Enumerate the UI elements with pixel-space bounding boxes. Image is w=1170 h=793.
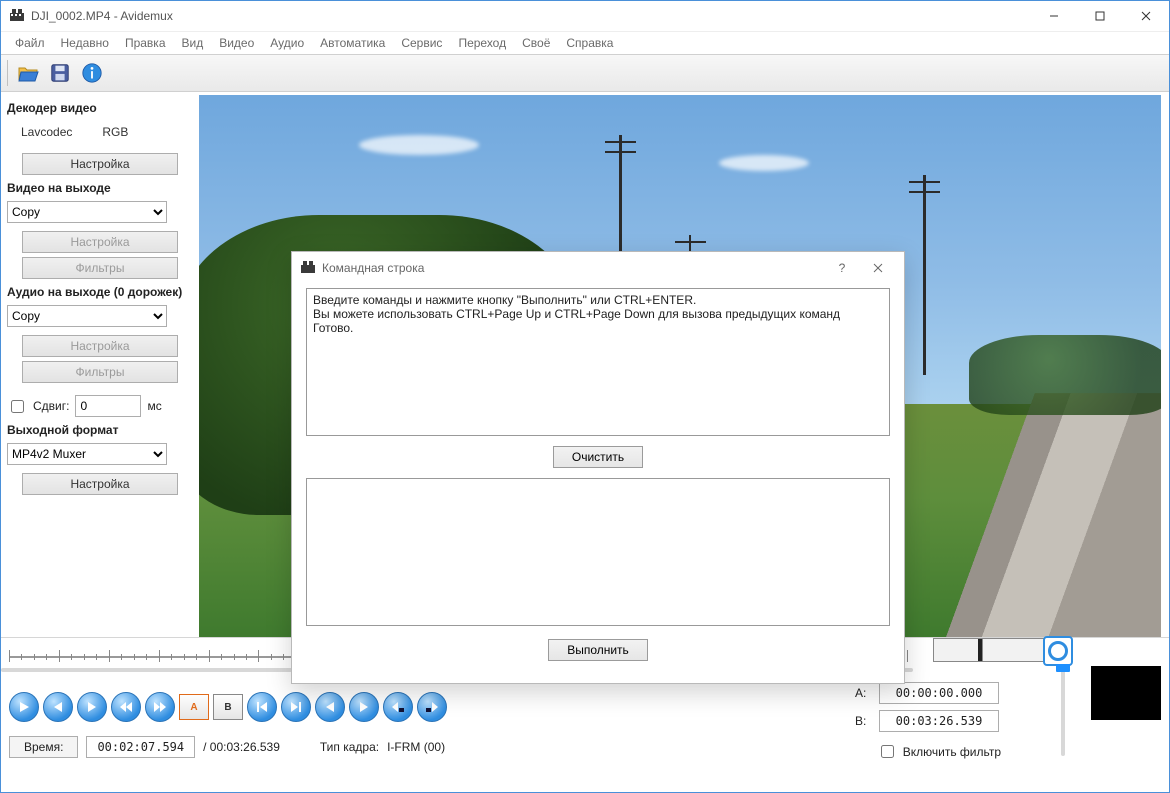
- dialog-app-icon: [300, 260, 316, 276]
- info-icon[interactable]: [78, 59, 106, 87]
- forward-button[interactable]: [145, 692, 175, 722]
- dialog-close-button[interactable]: [860, 254, 896, 282]
- a-value: 00:00:00.000: [879, 682, 999, 704]
- b-label: B:: [855, 714, 873, 728]
- next-black-button[interactable]: [417, 692, 447, 722]
- menu-audio[interactable]: Аудио: [262, 34, 312, 52]
- menu-view[interactable]: Вид: [174, 34, 212, 52]
- audio-shift-checkbox[interactable]: [11, 400, 24, 413]
- next-button[interactable]: [77, 692, 107, 722]
- scope-box: [1091, 666, 1161, 720]
- mark-b-button[interactable]: B: [213, 694, 243, 720]
- audio-settings-button: Настройка: [22, 335, 178, 357]
- filter-toggle-row: Включить фильтр: [877, 742, 1001, 761]
- app-icon: [9, 8, 25, 24]
- ab-panel: A: 00:00:00.000 B: 00:03:26.539: [855, 682, 999, 732]
- audio-out-heading: Аудио на выходе (0 дорожек): [7, 285, 193, 299]
- menu-edit[interactable]: Правка: [117, 34, 174, 52]
- preview-pole: [923, 175, 926, 375]
- dialog-help-button[interactable]: ?: [824, 254, 860, 282]
- filter-checkbox[interactable]: [881, 745, 894, 758]
- time-label: Время:: [9, 736, 78, 758]
- time-value[interactable]: 00:02:07.594: [86, 736, 195, 758]
- clear-button[interactable]: Очистить: [553, 446, 643, 468]
- menu-custom[interactable]: Своё: [514, 34, 558, 52]
- maximize-button[interactable]: [1077, 1, 1123, 31]
- dialog-body: Введите команды и нажмите кнопку "Выполн…: [292, 284, 904, 683]
- command-input[interactable]: [306, 478, 890, 626]
- b-value: 00:03:26.539: [879, 710, 999, 732]
- menu-recent[interactable]: Недавно: [53, 34, 117, 52]
- frame-type-value: I-FRM (00): [387, 740, 445, 754]
- a-label: A:: [855, 686, 873, 700]
- menu-service[interactable]: Сервис: [393, 34, 450, 52]
- run-button[interactable]: Выполнить: [548, 639, 648, 661]
- format-settings-button[interactable]: Настройка: [22, 473, 178, 495]
- cloud-icon: [359, 135, 479, 155]
- audio-shift-unit: мс: [147, 399, 161, 413]
- menu-file[interactable]: Файл: [7, 34, 53, 52]
- menubar: Файл Недавно Правка Вид Видео Аудио Авто…: [1, 31, 1169, 54]
- app-window: DJI_0002.MP4 - Avidemux Файл Недавно Пра…: [0, 0, 1170, 793]
- command-line-dialog: Командная строка ? Введите команды и наж…: [291, 251, 905, 684]
- window-title: DJI_0002.MP4 - Avidemux: [31, 9, 1031, 23]
- prev-keyframe-button[interactable]: [315, 692, 345, 722]
- format-select[interactable]: MP4v2 Muxer: [7, 443, 167, 465]
- decoder-color: RGB: [102, 125, 128, 139]
- decoder-heading: Декодер видео: [7, 101, 193, 115]
- mark-a-button[interactable]: A: [179, 694, 209, 720]
- menu-help[interactable]: Справка: [558, 34, 621, 52]
- goto-end-button[interactable]: [281, 692, 311, 722]
- dialog-titlebar[interactable]: Командная строка ?: [292, 252, 904, 284]
- frame-type-label: Тип кадра:: [320, 740, 379, 754]
- prev-button[interactable]: [43, 692, 73, 722]
- filter-label: Включить фильтр: [903, 745, 1001, 759]
- video-settings-button: Настройка: [22, 231, 178, 253]
- menu-auto[interactable]: Автоматика: [312, 34, 393, 52]
- video-filters-button: Фильтры: [22, 257, 178, 279]
- toolbar: [1, 54, 1169, 92]
- total-time: / 00:03:26.539: [203, 740, 280, 754]
- preview-bush: [969, 335, 1161, 415]
- cloud-icon: [719, 155, 809, 171]
- dialog-title: Командная строка: [322, 261, 424, 275]
- audio-shift-label: Сдвиг:: [33, 399, 69, 413]
- close-button[interactable]: [1123, 1, 1169, 31]
- decoder-settings-button[interactable]: Настройка: [22, 153, 178, 175]
- video-out-select[interactable]: Copy: [7, 201, 167, 223]
- sidebar: Декодер видео Lavcodec RGB Настройка Вид…: [1, 91, 199, 637]
- audio-filters-button: Фильтры: [22, 361, 178, 383]
- audio-shift-row: Сдвиг: мс: [7, 387, 193, 417]
- goto-start-button[interactable]: [247, 692, 277, 722]
- format-heading: Выходной формат: [7, 423, 193, 437]
- play-button[interactable]: [9, 692, 39, 722]
- decoder-codec: Lavcodec: [21, 125, 72, 139]
- rewind-button[interactable]: [111, 692, 141, 722]
- minimize-button[interactable]: [1031, 1, 1077, 31]
- open-icon[interactable]: [14, 59, 42, 87]
- prev-black-button[interactable]: [383, 692, 413, 722]
- save-icon[interactable]: [46, 59, 74, 87]
- toolbar-separator: [7, 60, 8, 86]
- titlebar: DJI_0002.MP4 - Avidemux: [1, 1, 1169, 31]
- volume-slider[interactable]: [1061, 666, 1065, 756]
- video-out-heading: Видео на выходе: [7, 181, 193, 195]
- window-controls: [1031, 1, 1169, 31]
- audio-out-select[interactable]: Copy: [7, 305, 167, 327]
- menu-goto[interactable]: Переход: [450, 34, 514, 52]
- audio-shift-input[interactable]: [75, 395, 141, 417]
- command-log[interactable]: Введите команды и нажмите кнопку "Выполн…: [306, 288, 890, 436]
- decoder-info: Lavcodec RGB: [7, 119, 193, 149]
- next-keyframe-button[interactable]: [349, 692, 379, 722]
- menu-video[interactable]: Видео: [211, 34, 262, 52]
